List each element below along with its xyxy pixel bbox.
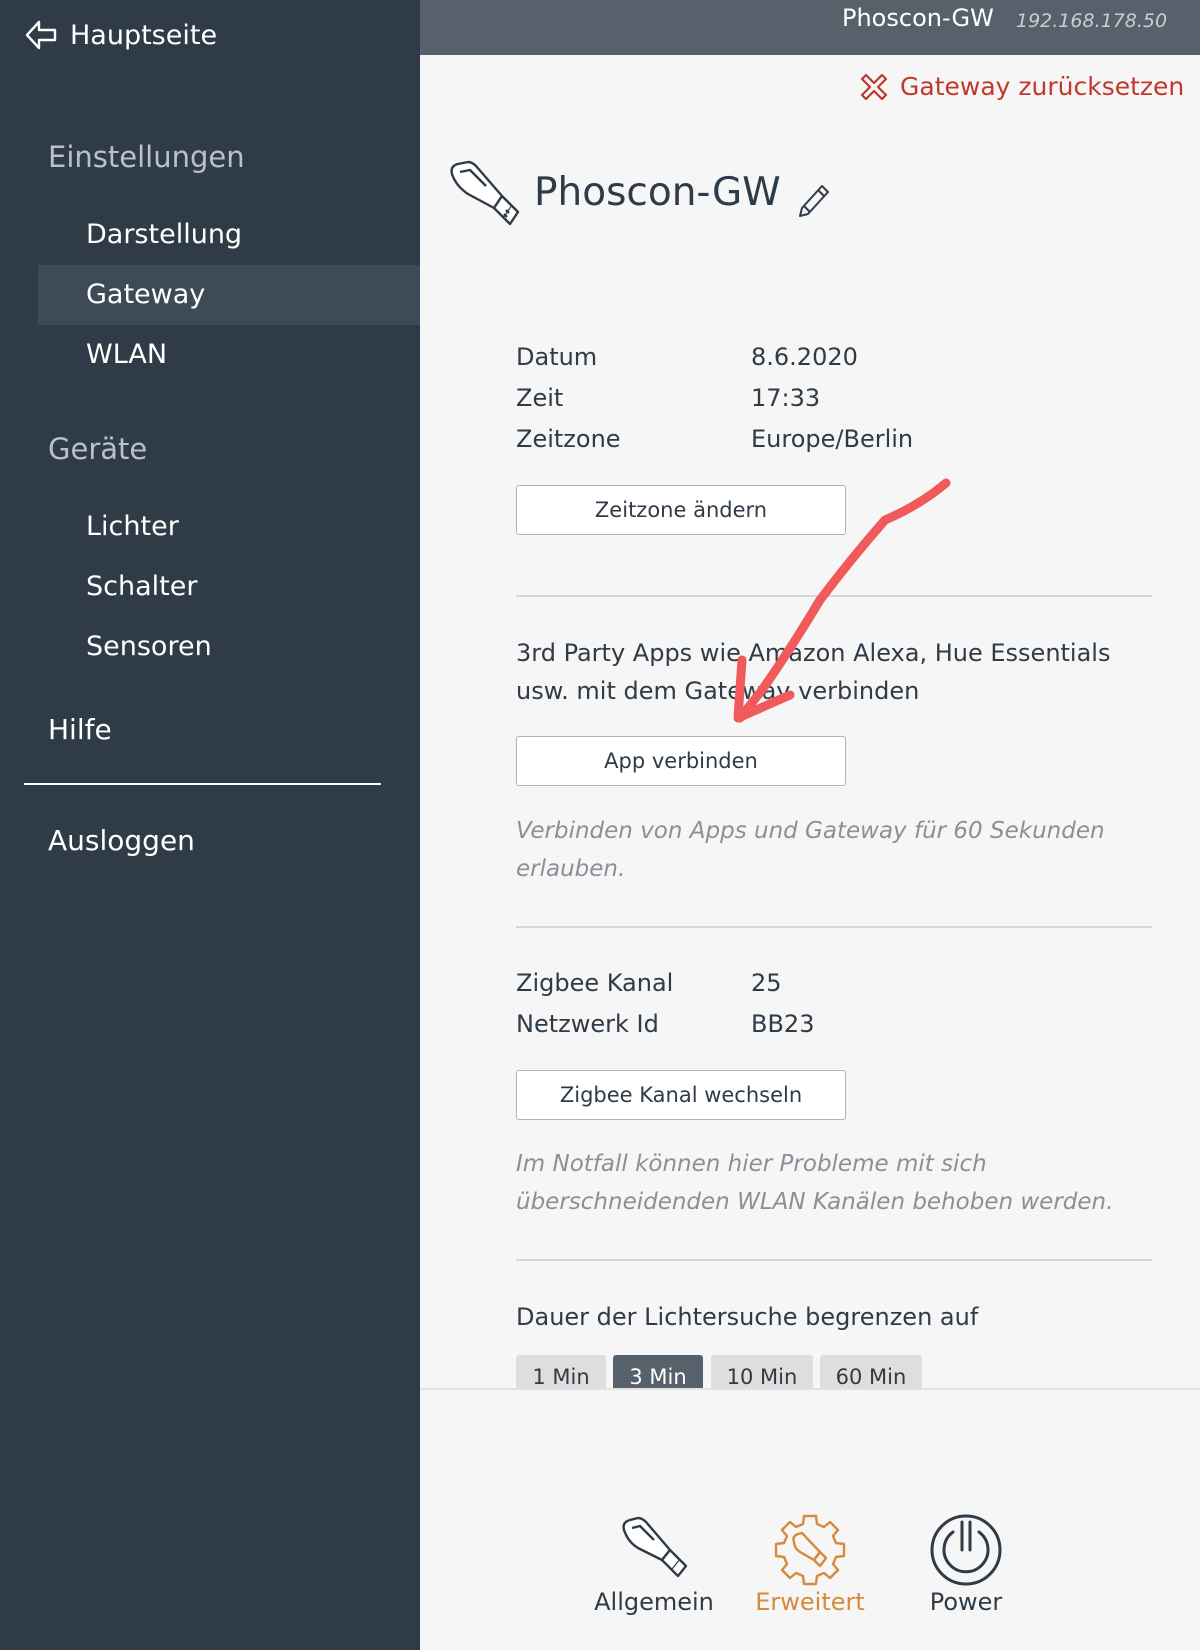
apps-description: 3rd Party Apps wie Amazon Alexa, Hue Ess… [516, 639, 1111, 705]
top-bar: Phoscon-GW 192.168.178.50 [420, 0, 1200, 55]
date-value: 8.6.2020 [751, 343, 858, 371]
section-divider [516, 926, 1152, 928]
search-option-3min[interactable]: 3 Min [613, 1355, 703, 1389]
bottom-tab-bar: Allgemein Erweitert Power [420, 1388, 1200, 1650]
sidebar-item-darstellung[interactable]: Darstellung [38, 205, 420, 265]
pencil-icon[interactable] [796, 178, 832, 218]
timezone-label: Zeitzone [516, 425, 621, 453]
tab-erweitert[interactable]: Erweitert [740, 1512, 880, 1616]
logout-link[interactable]: Ausloggen [48, 824, 195, 857]
zigbee-channel-value: 25 [751, 969, 782, 997]
reset-gateway-link[interactable]: Gateway zurücksetzen [860, 72, 1184, 101]
apps-hint: Verbinden von Apps und Gateway für 60 Se… [516, 818, 1105, 882]
sidebar-item-schalter[interactable]: Schalter [38, 557, 420, 617]
sidebar-item-wlan[interactable]: WLAN [38, 325, 420, 385]
search-duration-label: Dauer der Lichtersuche begrenzen auf [516, 1303, 979, 1331]
network-id-value: BB23 [751, 1010, 815, 1038]
connect-app-button[interactable]: App verbinden [516, 736, 846, 786]
zigbee-hint: Im Notfall können hier Probleme mit sich… [516, 1151, 1114, 1215]
network-id-label: Netzwerk Id [516, 1010, 659, 1038]
sidebar: Hauptseite Einstellungen Darstellung Gat… [0, 0, 420, 1650]
search-option-1min[interactable]: 1 Min [516, 1355, 606, 1389]
time-label: Zeit [516, 384, 564, 412]
power-icon [930, 1514, 1002, 1586]
search-option-10min[interactable]: 10 Min [711, 1355, 813, 1389]
section-settings: Einstellungen [48, 140, 245, 174]
tab-power-label: Power [929, 1588, 1003, 1616]
page-title: Phoscon-GW [534, 170, 781, 215]
sidebar-item-lichter[interactable]: Lichter [38, 497, 420, 557]
tab-power[interactable]: Power [896, 1512, 1036, 1616]
timezone-value: Europe/Berlin [751, 425, 914, 453]
tab-allgemein[interactable]: Allgemein [584, 1512, 724, 1616]
change-zigbee-channel-button[interactable]: Zigbee Kanal wechseln [516, 1070, 846, 1120]
zigbee-channel-label: Zigbee Kanal [516, 969, 674, 997]
arrow-left-icon [25, 20, 57, 50]
back-to-main-link[interactable]: Hauptseite [24, 18, 217, 52]
header-gateway-ip: 192.168.178.50 [1016, 10, 1168, 32]
time-value: 17:33 [751, 384, 821, 412]
section-divider [516, 1259, 1152, 1261]
sidebar-item-hilfe[interactable]: Hilfe [48, 713, 112, 746]
search-option-60min[interactable]: 60 Min [820, 1355, 922, 1389]
date-label: Datum [516, 343, 598, 371]
sidebar-item-gateway[interactable]: Gateway [38, 265, 420, 325]
section-divider [516, 595, 1152, 597]
sidebar-divider [24, 783, 381, 785]
sidebar-item-sensoren[interactable]: Sensoren [38, 617, 420, 677]
back-label: Hauptseite [70, 19, 218, 51]
reset-x-icon [860, 73, 888, 100]
header-gateway-name: Phoscon-GW [842, 4, 994, 32]
reset-gateway-label: Gateway zurücksetzen [900, 72, 1185, 101]
tab-allgemein-label: Allgemein [594, 1588, 714, 1616]
usb-gateway-icon [450, 160, 520, 226]
tab-erweitert-label: Erweitert [755, 1588, 865, 1616]
usb-stick-icon [622, 1516, 688, 1578]
change-timezone-button[interactable]: Zeitzone ändern [516, 485, 846, 535]
gear-usb-icon [774, 1514, 846, 1586]
section-devices: Geräte [48, 432, 148, 466]
